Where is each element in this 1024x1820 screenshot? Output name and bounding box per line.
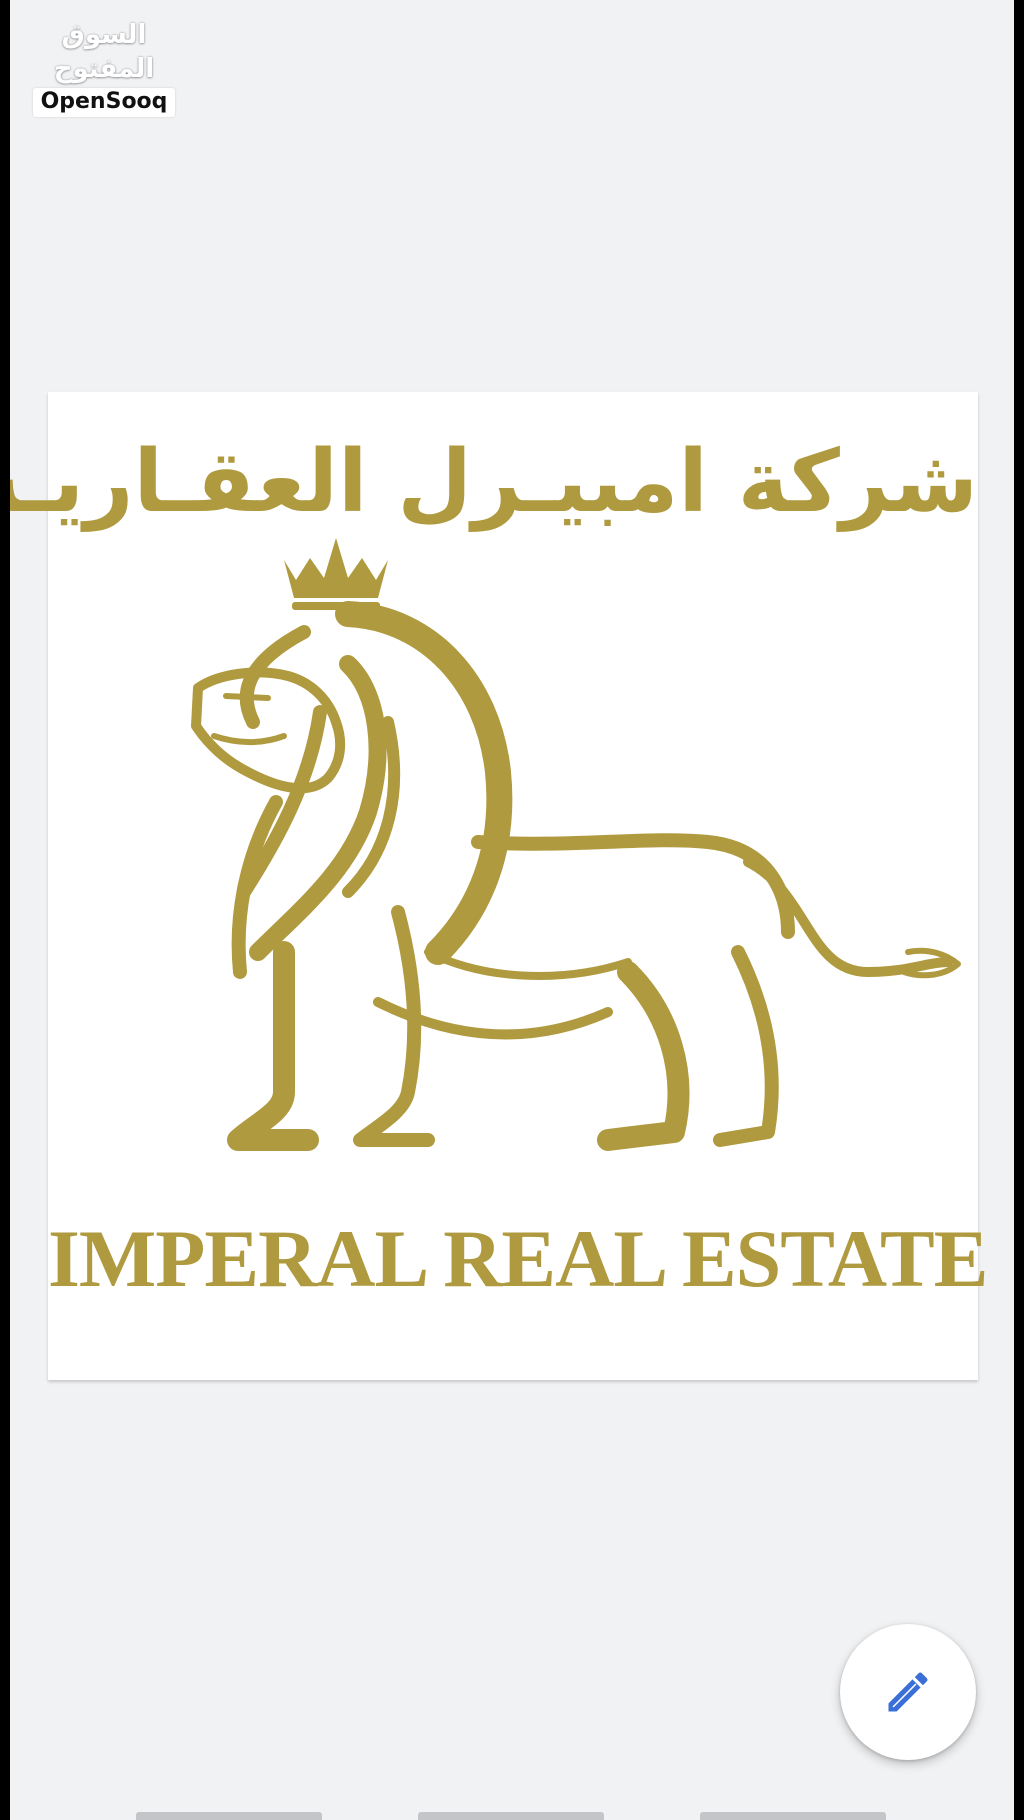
- edit-fab-button[interactable]: [840, 1624, 976, 1760]
- company-english-name: IMPERAL REAL ESTATE: [48, 1213, 988, 1304]
- pager-indicator[interactable]: [136, 1812, 322, 1820]
- pencil-icon: [888, 1672, 928, 1712]
- listing-image[interactable]: شركة امبيـرل العقـاريـة IMPERAL REAL EST…: [10, 392, 988, 1380]
- opensooq-watermark: السوق المفتوح OpenSooq: [24, 18, 184, 117]
- watermark-latin: OpenSooq: [32, 88, 176, 117]
- pager-indicator[interactable]: [700, 1812, 886, 1820]
- pager-indicator[interactable]: [418, 1812, 604, 1820]
- image-viewer-screen: السوق المفتوح OpenSooq شركة امبيـرل العق…: [10, 0, 1014, 1820]
- watermark-arabic: السوق المفتوح: [53, 20, 155, 84]
